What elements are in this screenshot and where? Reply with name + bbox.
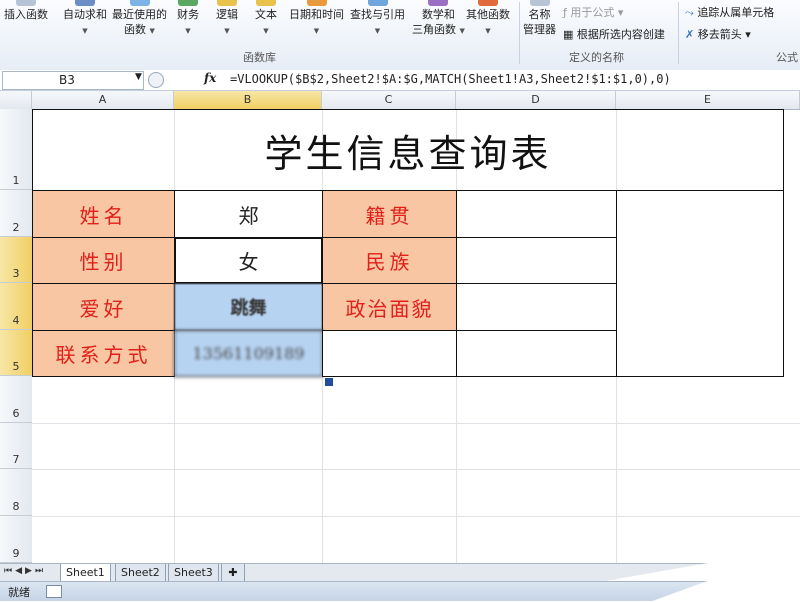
- financial-button[interactable]: 财务 ▼: [177, 0, 199, 39]
- value-contact-extra[interactable]: [322, 330, 457, 377]
- fill-handle[interactable]: [324, 377, 334, 387]
- row-header-7[interactable]: 7: [0, 423, 32, 469]
- label-political-status[interactable]: 政治面貌: [322, 283, 457, 331]
- star-book-icon: [129, 0, 150, 6]
- select-all-corner[interactable]: [0, 91, 32, 109]
- value-contact[interactable]: 13561109189: [174, 330, 323, 377]
- photo-cell[interactable]: [616, 190, 784, 377]
- column-header-bar: A B C D E: [0, 91, 800, 110]
- row-header-6[interactable]: 6: [0, 376, 32, 423]
- label-name[interactable]: 姓名: [32, 190, 175, 238]
- gridline: [32, 516, 800, 517]
- group-label-audit: 公式: [776, 51, 798, 64]
- name-manager-button[interactable]: 名称 管理器: [523, 0, 556, 37]
- datetime-button[interactable]: 日期和时间 ▼: [289, 0, 344, 39]
- ribbon: 插入函数 自动求和 ▼ 最近使用的 函数 ▼ 财务 ▼ 逻辑 ▼ 文本 ▼ 日期和时间 ▼ …: [0, 0, 800, 71]
- text-book-icon: [256, 0, 276, 6]
- macro-record-icon[interactable]: [46, 585, 62, 598]
- tab-sheet2[interactable]: Sheet2: [115, 564, 166, 582]
- ribbon-separator: [678, 2, 679, 64]
- row-header-4[interactable]: 4: [0, 283, 32, 330]
- sheet-title[interactable]: 学生信息查询表: [32, 109, 784, 191]
- row-header-8[interactable]: 8: [0, 469, 32, 516]
- label-contact[interactable]: 联系方式: [32, 330, 175, 377]
- name-box[interactable]: B3 ▼: [2, 71, 144, 90]
- column-header-b[interactable]: B: [174, 91, 322, 109]
- status-bar: 就绪: [0, 578, 800, 602]
- ribbon-separator: [519, 2, 520, 64]
- lookup-reference-button[interactable]: 查找与引用 ▼: [350, 0, 405, 39]
- first-sheet-icon[interactable]: ⏮: [4, 566, 15, 576]
- recent-functions-button[interactable]: 最近使用的 函数 ▼: [112, 0, 167, 39]
- column-header-e[interactable]: E: [616, 91, 800, 109]
- text-button[interactable]: 文本 ▼: [255, 0, 277, 39]
- row-header-3[interactable]: 3: [0, 237, 32, 283]
- row-header-1[interactable]: 1: [0, 109, 32, 190]
- value-ethnicity[interactable]: [456, 237, 617, 284]
- math-book-icon: [428, 0, 449, 6]
- more-functions-button[interactable]: 其他函数 ▼: [466, 0, 510, 39]
- trace-dependents-button[interactable]: ⤳ 追踪从属单元格: [685, 4, 774, 20]
- label-native-place[interactable]: 籍贯: [322, 190, 457, 238]
- gridline: [32, 423, 800, 424]
- eraser-icon: ✗: [685, 28, 695, 41]
- clock-book-icon: [306, 0, 327, 6]
- value-political-status[interactable]: [456, 283, 617, 331]
- row-header-5[interactable]: 5: [0, 330, 32, 376]
- row-header-9[interactable]: 9: [0, 516, 32, 563]
- chevron-down-icon[interactable]: ▼: [135, 72, 142, 82]
- column-header-c[interactable]: C: [322, 91, 456, 109]
- tab-sheet3[interactable]: Sheet3: [168, 564, 219, 582]
- value-native-place[interactable]: [456, 190, 617, 238]
- remove-arrows-button[interactable]: ✗ 移去箭头 ▾: [685, 26, 751, 42]
- group-label-library: 函数库: [243, 51, 276, 64]
- name-tag-icon: [529, 0, 550, 6]
- insert-sheet-icon[interactable]: ✚: [221, 564, 245, 582]
- label-hobby[interactable]: 爱好: [32, 283, 175, 331]
- logical-book-icon: [217, 0, 237, 6]
- lookup-book-icon: [367, 0, 388, 6]
- autosum-button[interactable]: 自动求和 ▼: [63, 0, 107, 39]
- financial-book-icon: [178, 0, 198, 6]
- value-gender[interactable]: 女: [174, 237, 323, 284]
- group-label-names: 定义的名称: [569, 51, 624, 64]
- value-contact-extra-2[interactable]: [456, 330, 617, 377]
- function-icon: [16, 0, 36, 6]
- next-sheet-icon[interactable]: ▶: [25, 566, 35, 576]
- label-ethnicity[interactable]: 民族: [322, 237, 457, 284]
- grid-icon: ▦: [563, 28, 574, 41]
- formula-grip[interactable]: [148, 72, 164, 88]
- gridline: [32, 469, 800, 470]
- more-book-icon: [478, 0, 498, 6]
- sigma-icon: [75, 0, 95, 6]
- use-in-formula-button[interactable]: ƒ 用于公式 ▾: [563, 4, 623, 20]
- last-sheet-icon[interactable]: ⏭: [35, 566, 46, 576]
- create-from-selection-button[interactable]: ▦ 根据所选内容创建: [563, 26, 665, 42]
- insert-function-button[interactable]: 插入函数: [4, 0, 48, 22]
- value-name[interactable]: 郑: [174, 190, 323, 238]
- label-gender[interactable]: 性别: [32, 237, 175, 284]
- column-header-d[interactable]: D: [456, 91, 616, 109]
- trace-arrow-icon: ⤳: [685, 6, 694, 19]
- row-header-2[interactable]: 2: [0, 190, 32, 237]
- tab-sheet1[interactable]: Sheet1: [60, 564, 111, 582]
- prev-sheet-icon[interactable]: ◀: [15, 566, 25, 576]
- insert-function-icon[interactable]: fx: [204, 71, 216, 85]
- math-trig-button[interactable]: 数学和 三角函数 ▼: [412, 0, 465, 39]
- page-curl: [590, 578, 800, 602]
- logical-button[interactable]: 逻辑 ▼: [216, 0, 238, 39]
- formula-input[interactable]: =VLOOKUP($B$2,Sheet2!$A:$G,MATCH(Sheet1!…: [230, 72, 671, 86]
- tab-scroll-arrows[interactable]: ⏮◀▶⏭: [4, 566, 46, 576]
- formula-fx-icon: ƒ: [563, 6, 567, 19]
- value-hobby[interactable]: 跳舞: [174, 283, 323, 331]
- column-header-a[interactable]: A: [32, 91, 174, 109]
- status-ready: 就绪: [8, 586, 30, 599]
